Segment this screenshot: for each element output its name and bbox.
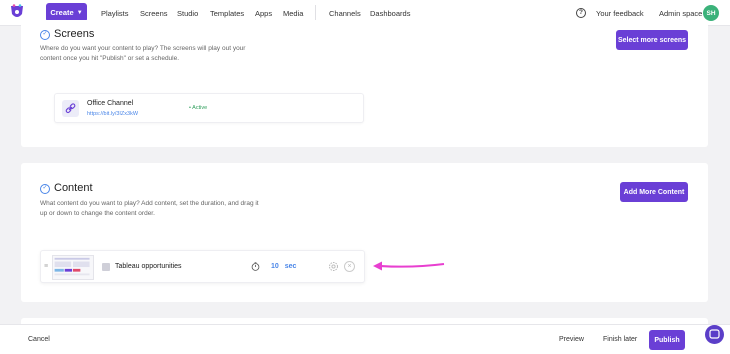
content-thumbnail [52,255,94,280]
footer-bar: Cancel Preview Finish later Publish [0,324,730,354]
section-title: Screens [54,28,95,40]
select-more-screens-button[interactable]: Select more screens [616,30,688,50]
timer-icon [251,262,260,271]
screens-section: ✓ Screens Where do you want your content… [21,20,708,147]
nav-media[interactable]: Media [283,9,303,18]
screen-row[interactable]: Office Channel https://bit.ly/3IZx3kW • … [54,93,364,123]
section-title: Content [54,182,93,194]
help-icon[interactable]: ? [576,8,586,18]
nav-screens[interactable]: Screens [140,9,168,18]
content-section: ✓ Content What content do you want to pl… [21,163,708,302]
chat-icon[interactable] [705,325,724,344]
avatar[interactable]: SH [703,5,719,21]
publish-button[interactable]: Publish [649,330,685,350]
close-icon[interactable]: × [344,261,355,272]
finish-later-button[interactable]: Finish later [603,336,637,343]
annotation-arrow-icon [373,261,445,271]
app-icon [102,263,110,271]
admin-space-link[interactable]: Admin space [659,9,702,18]
duration-value: 10 [271,263,279,270]
section-description: Where do you want your content to play? … [40,45,246,62]
nav-templates[interactable]: Templates [210,9,244,18]
check-circle-icon: ✓ [40,30,50,40]
add-more-content-button[interactable]: Add More Content [620,182,688,202]
preview-button[interactable]: Preview [559,336,584,343]
check-circle-icon: ✓ [40,184,50,194]
screen-name: Office Channel [87,100,134,107]
link-icon [62,100,79,117]
status-badge: • Active [189,105,208,111]
logo-icon[interactable] [10,4,24,20]
screen-url-link[interactable]: https://bit.ly/3IZx3kW [87,111,138,117]
nav-divider [315,5,316,21]
nav-channels[interactable]: Channels [329,9,361,18]
content-name: Tableau opportunities [115,263,182,270]
feedback-link[interactable]: Your feedback [596,9,644,18]
content-item-row[interactable]: ≡ Tableau opportunities 10 sec × [40,250,365,283]
nav-apps[interactable]: Apps [255,9,272,18]
duration-unit: sec [284,263,297,270]
nav-playlists[interactable]: Playlists [101,9,129,18]
nav-dashboards[interactable]: Dashboards [370,9,410,18]
create-label: Create [50,8,74,17]
cancel-button[interactable]: Cancel [28,336,50,343]
gear-icon[interactable] [328,261,339,272]
chevron-down-icon: ▼ [76,9,83,16]
duration-field[interactable]: 10 sec [271,263,296,270]
section-description: What content do you want to play? Add co… [40,200,259,217]
nav-studio[interactable]: Studio [177,9,198,18]
drag-handle-icon[interactable]: ≡ [44,263,48,270]
